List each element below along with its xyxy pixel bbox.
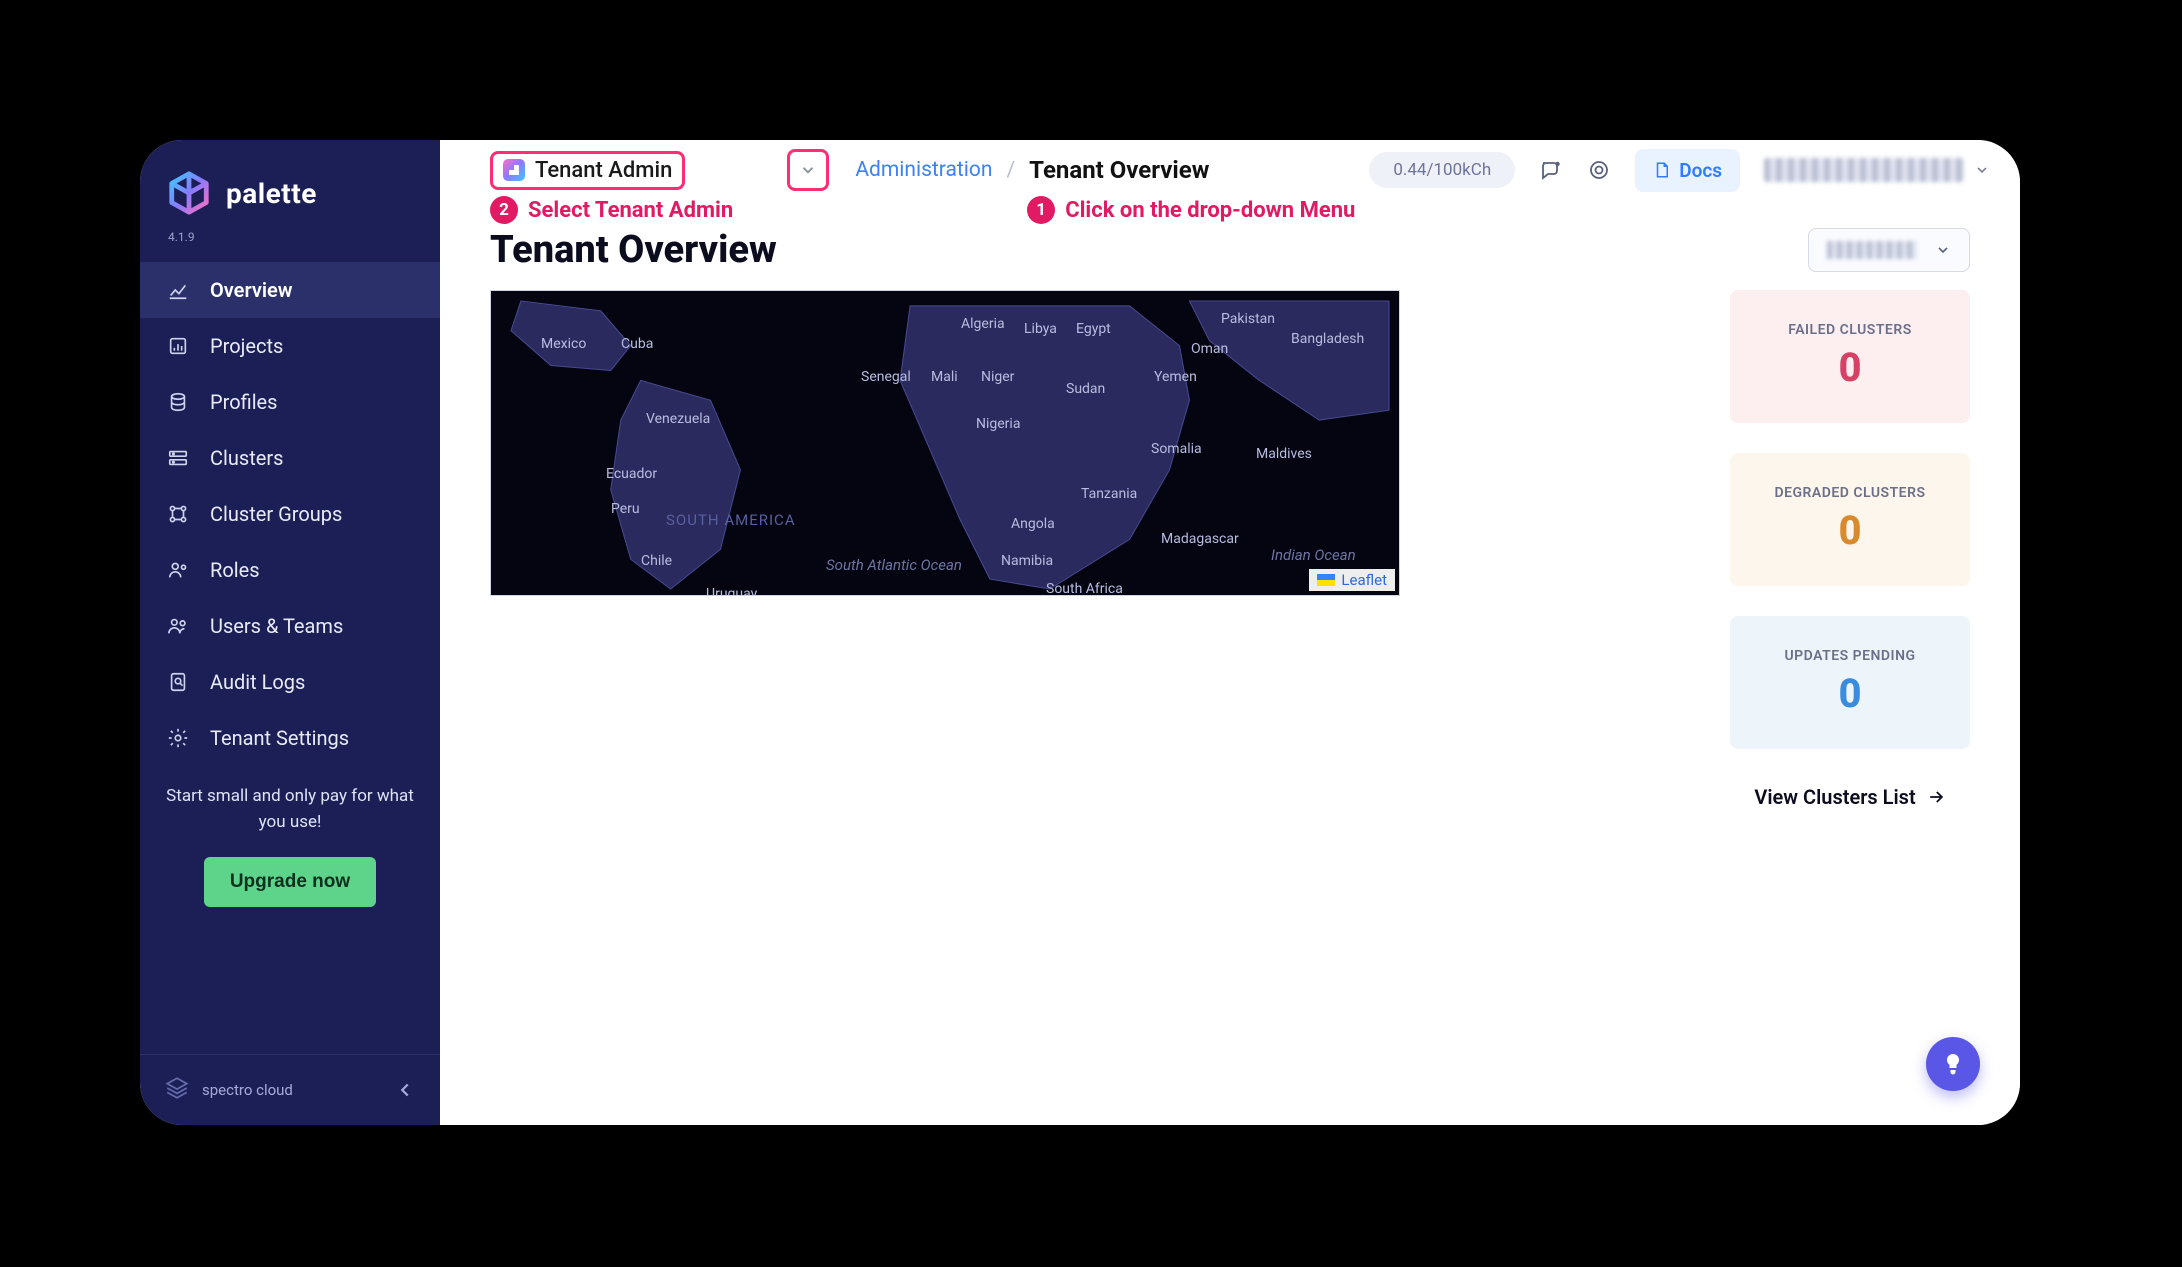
annotation-text-2: Select Tenant Admin [528, 198, 733, 223]
breadcrumb-separator: / [1006, 158, 1015, 182]
sidebar-item-profiles[interactable]: Profiles [140, 374, 440, 430]
profiles-icon [166, 390, 190, 414]
tenant-icon [503, 159, 525, 181]
cluster-map[interactable]: MexicoCubaVenezuelaEcuadorPeruSOUTH AMER… [490, 290, 1400, 596]
brand-name: palette [226, 177, 317, 210]
sidebar-item-label: Users & Teams [210, 614, 343, 638]
page-title-row: Tenant Overview [440, 224, 2020, 272]
ukraine-flag-icon [1317, 574, 1335, 586]
sidebar-item-label: Clusters [210, 446, 283, 470]
sidebar: palette 4.1.9 Overview Projects Profiles Cl… [140, 140, 440, 1125]
roles-icon [166, 558, 190, 582]
content-body: MexicoCubaVenezuelaEcuadorPeruSOUTH AMER… [440, 272, 2020, 1125]
degraded-clusters-card[interactable]: DEGRADED CLUSTERS 0 [1730, 453, 1970, 586]
user-menu[interactable] [1764, 158, 1990, 182]
topbar: Tenant Admin Administration / Tenant Ove… [440, 140, 2020, 190]
leaflet-link[interactable]: Leaflet [1341, 571, 1387, 589]
view-clusters-list-link[interactable]: View Clusters List [1730, 779, 1970, 809]
overview-icon [166, 278, 190, 302]
card-title: FAILED CLUSTERS [1742, 322, 1958, 338]
sidebar-item-label: Roles [210, 558, 260, 582]
page-title: Tenant Overview [490, 228, 777, 272]
version-label: 4.1.9 [140, 230, 440, 262]
sidebar-footer: spectro cloud [140, 1054, 440, 1125]
time-range-value-redacted [1827, 241, 1917, 259]
sidebar-item-label: Overview [210, 278, 293, 302]
main-content: Tenant Admin Administration / Tenant Ove… [440, 140, 2020, 1125]
docs-button[interactable]: Docs [1635, 149, 1740, 192]
help-fab[interactable] [1926, 1037, 1980, 1091]
users-teams-icon [166, 614, 190, 638]
sidebar-nav: Overview Projects Profiles Clusters Cluster … [140, 262, 440, 766]
docs-icon [1653, 161, 1671, 179]
sidebar-item-roles[interactable]: Roles [140, 542, 440, 598]
breadcrumb: Administration / Tenant Overview [855, 156, 1209, 184]
collapse-sidebar-button[interactable] [394, 1079, 416, 1101]
chevron-down-icon [799, 161, 817, 179]
annotation-step-2: 2 Select Tenant Admin [490, 196, 733, 224]
lightbulb-icon [1941, 1052, 1965, 1076]
projects-icon [166, 334, 190, 358]
breadcrumb-link-administration[interactable]: Administration [855, 158, 992, 182]
annotation-badge-1: 1 [1027, 196, 1055, 224]
annotation-badge-2: 2 [490, 196, 518, 224]
tenant-settings-icon [166, 726, 190, 750]
sidebar-item-audit-logs[interactable]: Audit Logs [140, 654, 440, 710]
sidebar-item-clusters[interactable]: Clusters [140, 430, 440, 486]
sidebar-item-label: Profiles [210, 390, 277, 414]
annotation-text-1: Click on the drop-down Menu [1065, 198, 1355, 223]
user-name-redacted [1764, 158, 1964, 182]
brand-logo-icon [166, 170, 212, 216]
company-logo-icon [164, 1075, 190, 1105]
audit-logs-icon [166, 670, 190, 694]
card-value: 0 [1742, 507, 1958, 554]
sidebar-item-overview[interactable]: Overview [140, 262, 440, 318]
sidebar-item-projects[interactable]: Projects [140, 318, 440, 374]
clusters-icon [166, 446, 190, 470]
target-icon[interactable] [1587, 158, 1611, 182]
world-map-graphic [491, 291, 1399, 595]
breadcrumb-current: Tenant Overview [1029, 156, 1209, 184]
map-attribution: Leaflet [1309, 569, 1395, 591]
sidebar-item-label: Tenant Settings [210, 726, 349, 750]
app-window: palette 4.1.9 Overview Projects Profiles Cl… [140, 140, 2020, 1125]
annotation-row: 2 Select Tenant Admin 1 Click on the dro… [440, 190, 2020, 224]
sidebar-item-label: Projects [210, 334, 283, 358]
chevron-down-icon [1935, 242, 1951, 258]
company-name: spectro cloud [202, 1081, 293, 1099]
upgrade-button[interactable]: Upgrade now [204, 857, 376, 907]
time-range-select[interactable] [1808, 228, 1970, 272]
annotation-step-1: 1 Click on the drop-down Menu [1027, 196, 1355, 224]
sidebar-item-label: Audit Logs [210, 670, 305, 694]
failed-clusters-card[interactable]: FAILED CLUSTERS 0 [1730, 290, 1970, 423]
updates-pending-card[interactable]: UPDATES PENDING 0 [1730, 616, 1970, 749]
tenant-dropdown-button[interactable] [787, 149, 829, 191]
cluster-groups-icon [166, 502, 190, 526]
card-value: 0 [1742, 670, 1958, 717]
view-clusters-label: View Clusters List [1754, 785, 1915, 809]
sidebar-item-cluster-groups[interactable]: Cluster Groups [140, 486, 440, 542]
card-title: UPDATES PENDING [1742, 648, 1958, 664]
sidebar-item-users-teams[interactable]: Users & Teams [140, 598, 440, 654]
upgrade-promo-text: Start small and only pay for what you us… [140, 766, 440, 835]
sidebar-item-label: Cluster Groups [210, 502, 342, 526]
card-value: 0 [1742, 344, 1958, 391]
tenant-name: Tenant Admin [535, 158, 672, 183]
metrics-column: FAILED CLUSTERS 0 DEGRADED CLUSTERS 0 UP… [1730, 290, 1970, 1105]
sidebar-item-tenant-settings[interactable]: Tenant Settings [140, 710, 440, 766]
docs-label: Docs [1679, 159, 1722, 182]
usage-pill: 0.44/100kCh [1369, 152, 1515, 188]
brand: palette [140, 140, 440, 230]
chat-icon[interactable] [1539, 158, 1563, 182]
chevron-down-icon [1974, 162, 1990, 178]
arrow-right-icon [1926, 787, 1946, 807]
tenant-selector[interactable]: Tenant Admin [490, 151, 685, 190]
card-title: DEGRADED CLUSTERS [1742, 485, 1958, 501]
